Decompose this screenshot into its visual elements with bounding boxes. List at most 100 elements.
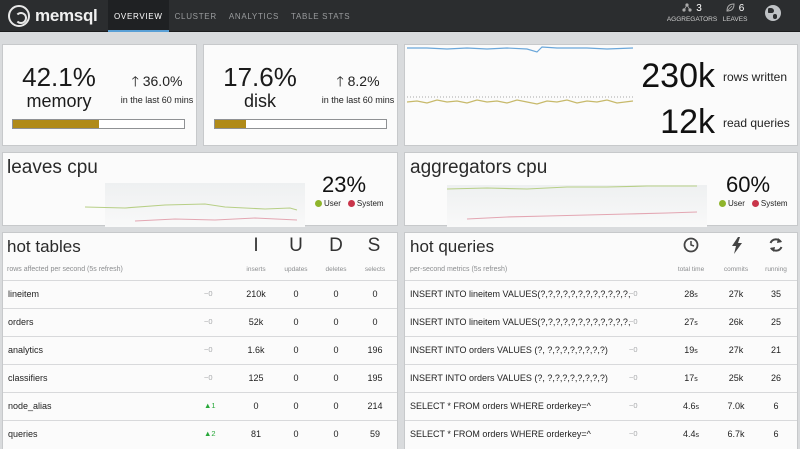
disk-trend-number: 8.2%: [347, 73, 380, 89]
memsql-logo[interactable]: memsql: [8, 5, 98, 27]
col-selects-label: selects: [364, 266, 386, 273]
total-time-value: 4.4s: [669, 421, 713, 449]
memory-trend: 🡑 36.0% in the last 60 mins: [119, 71, 195, 105]
selects-value: 59: [369, 429, 380, 439]
read-queries-value: 12k: [660, 103, 715, 141]
rows-written-sparkline: [407, 46, 634, 53]
lightning-icon[interactable]: [717, 237, 757, 259]
commits-value: 6.7k: [727, 429, 745, 439]
throughput-sparklines: [407, 46, 634, 105]
deletes-value: 0: [333, 373, 339, 383]
memory-label: memory: [26, 91, 92, 111]
table-name: node_alias: [8, 401, 52, 411]
query-row[interactable]: INSERT INTO lineitem VALUES(?,?,?,?,?,?,…: [405, 308, 797, 334]
selects-value: 0: [372, 289, 378, 299]
col-inserts-letter: I: [253, 235, 259, 256]
deletes-value: 0: [333, 401, 339, 411]
disk-percent: 17.6%: [223, 62, 297, 92]
trend-indicator: ~0: [629, 373, 638, 382]
total-time-value: 17s: [669, 365, 713, 393]
hot-queries-panel: hot queries per-second metrics (5s refre…: [404, 232, 798, 449]
total-time-unit: s: [694, 348, 698, 355]
updates-value: 0: [293, 345, 299, 355]
aggregators-number: 3: [696, 3, 702, 14]
aggregators-count[interactable]: 3 AGGREGATORS: [664, 3, 720, 23]
hot-tables-title: hot tables: [7, 237, 81, 256]
throughput-panel: 230k rows written 12k read queries: [404, 44, 798, 146]
updates-value: 0: [293, 401, 299, 411]
memory-panel: 42.1% memory 🡑 36.0% in the last 60 mins: [2, 44, 197, 146]
trend-indicator: ~0: [204, 317, 213, 326]
trend-indicator: ~0: [204, 345, 213, 354]
aggregators-label: AGGREGATORS: [666, 16, 718, 23]
rows-written-label: rows written: [723, 70, 788, 84]
leaves-cpu-legend: User System: [315, 199, 384, 208]
col-updates-label: updates: [284, 266, 308, 273]
top-nav-bar: memsql OVERVIEW CLUSTER ANALYTICS TABLE …: [0, 0, 800, 32]
aggregators-cpu-chart: [446, 185, 707, 227]
trend-indicator: ~0: [629, 429, 638, 438]
leaves-cpu-title: leaves cpu: [7, 157, 98, 178]
col-deletes-letter: D: [329, 235, 343, 256]
query-text: INSERT INTO orders VALUES (?, ?,?,?,?,?,…: [410, 373, 608, 383]
disk-trend-value: 🡑 8.2%: [320, 71, 396, 95]
memory-usage-bar: [12, 119, 185, 129]
arrow-up-icon: 🡑: [336, 73, 344, 89]
tab-table-stats[interactable]: TABLE STATS: [285, 0, 356, 32]
leaves-count[interactable]: 6 LEAVES: [720, 3, 750, 23]
aggregators-cpu-title: aggregators cpu: [410, 157, 548, 178]
trend-indicator: ~0: [629, 401, 638, 410]
inserts-value: 81: [250, 429, 261, 439]
col-total-time-label: total time: [677, 266, 705, 273]
globe-icon[interactable]: [765, 5, 781, 21]
table-row[interactable]: analytics ~0 1.6k 0 0 196: [3, 336, 397, 362]
query-row[interactable]: INSERT INTO orders VALUES (?, ?,?,?,?,?,…: [405, 364, 797, 390]
query-row[interactable]: SELECT * FROM orders WHERE orderkey=^ ~0 4…: [405, 420, 797, 446]
disk-trend: 🡑 8.2% in the last 60 mins: [320, 71, 396, 105]
query-row[interactable]: INSERT INTO lineitem VALUES(?,?,?,?,?,?,…: [405, 280, 797, 306]
query-text: SELECT * FROM orders WHERE orderkey=^: [410, 401, 591, 411]
hot-tables-subtitle: rows affected per second (5s refresh): [7, 266, 123, 273]
deletes-value: 0: [333, 317, 339, 327]
commits-value: 26k: [728, 317, 744, 327]
table-row[interactable]: queries ▲2 81 0 0 59: [3, 420, 397, 446]
total-time-number: 17: [684, 373, 695, 383]
inserts-value: 125: [248, 373, 264, 383]
tab-analytics[interactable]: ANALYTICS: [223, 0, 285, 32]
commits-value: 7.0k: [727, 401, 745, 411]
table-row[interactable]: orders ~0 52k 0 0 0: [3, 308, 397, 334]
main-nav: OVERVIEW CLUSTER ANALYTICS TABLE STATS: [108, 0, 356, 32]
running-value: 21: [770, 345, 781, 355]
selects-value: 195: [367, 373, 383, 383]
deletes-value: 0: [333, 289, 339, 299]
commits-value: 27k: [728, 345, 744, 355]
total-time-number: 4.4: [682, 429, 696, 439]
col-deletes-label: deletes: [325, 266, 347, 273]
table-row[interactable]: node_alias ▲1 0 0 0 214: [3, 392, 397, 418]
leaves-label: LEAVES: [722, 16, 748, 23]
tab-overview[interactable]: OVERVIEW: [108, 0, 169, 32]
inserts-value: 0: [253, 401, 259, 411]
rows-written-value: 230k: [641, 57, 715, 95]
memory-trend-value: 🡑 36.0%: [119, 71, 195, 95]
leaves-cpu-panel: leaves cpu 23% User System: [2, 152, 398, 227]
inserts-value: 1.6k: [247, 345, 265, 355]
table-row[interactable]: classifiers ~0 125 0 0 195: [3, 364, 397, 390]
tab-cluster[interactable]: CLUSTER: [169, 0, 223, 32]
logo-text: memsql: [35, 6, 98, 25]
query-row[interactable]: SELECT * FROM orders WHERE orderkey=^ ~0 4…: [405, 392, 797, 418]
legend-system: System: [347, 199, 384, 208]
memory-percent: 42.1%: [22, 62, 96, 92]
trend-indicator: ▲1: [204, 401, 216, 410]
table-row[interactable]: lineitem ~0 210k 0 0 0: [3, 280, 397, 306]
trend-indicator: ~0: [629, 345, 638, 354]
hot-tables-panel: hot tables rows affected per second (5s …: [2, 232, 398, 449]
read-queries-sparkline: [407, 99, 634, 105]
total-time-number: 19: [684, 345, 695, 355]
inserts-value: 52k: [248, 317, 264, 327]
disk-label: disk: [243, 91, 276, 111]
total-time-value: 19s: [669, 337, 713, 365]
clock-icon[interactable]: [671, 237, 711, 258]
query-row[interactable]: INSERT INTO orders VALUES (?, ?,?,?,?,?,…: [405, 336, 797, 362]
refresh-icon[interactable]: [756, 237, 796, 258]
